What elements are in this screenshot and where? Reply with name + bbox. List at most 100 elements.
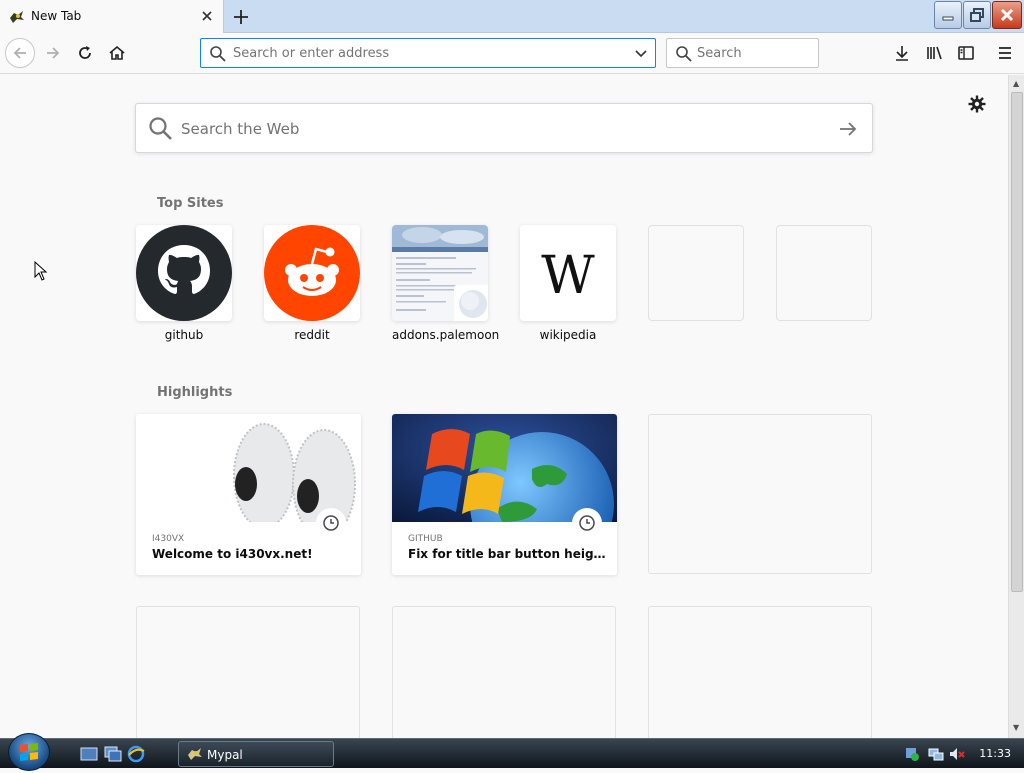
search-input[interactable] [697, 43, 812, 63]
sidebar-button[interactable] [951, 39, 981, 67]
volume-muted-icon[interactable] [948, 746, 966, 762]
taskbar-item-label: Mypal [207, 748, 243, 762]
network-icon[interactable] [928, 746, 944, 762]
highlight-placeholder [648, 606, 872, 738]
eyes-image [136, 414, 361, 522]
chevron-down-icon[interactable] [633, 46, 649, 62]
mypal-app-icon [188, 748, 202, 760]
vertical-scrollbar[interactable]: ▲ ▼ [1008, 75, 1024, 738]
search-icon [210, 46, 226, 62]
scroll-up-arrow-icon[interactable]: ▲ [1013, 79, 1019, 88]
reload-button[interactable] [70, 39, 100, 67]
tab-title: New Tab [31, 9, 82, 23]
svg-text:W: W [541, 246, 595, 306]
show-desktop-icon[interactable] [80, 745, 98, 763]
highlight-title: Fix for title bar button height to ... [408, 547, 608, 561]
security-center-icon[interactable] [904, 746, 920, 762]
clock-icon [579, 515, 595, 531]
menu-button[interactable] [990, 39, 1020, 67]
home-icon [109, 45, 125, 60]
highlight-placeholder [648, 414, 872, 574]
browser-window: New Tab Search or enter address Search S… [0, 0, 1024, 738]
back-arrow-icon [13, 47, 26, 59]
navigation-toolbar [0, 33, 1024, 74]
web-search-box[interactable] [135, 103, 873, 153]
close-icon [1000, 8, 1014, 22]
search-icon [149, 117, 172, 140]
highlight-title: Welcome to i430vx.net! [152, 547, 313, 561]
highlight-card[interactable]: GITHUB Fix for title bar button height t… [392, 414, 617, 575]
new-tab-page: Top Sites github [0, 75, 1008, 738]
top-sites-grid: github reddit addons.palemoon W wikipedi… [136, 225, 876, 355]
windows-logo-icon [20, 743, 38, 761]
restore-icon [970, 8, 984, 22]
start-button[interactable] [8, 733, 50, 771]
highlights-heading: Highlights [157, 385, 233, 400]
reddit-tile [264, 225, 360, 321]
tab-new-tab[interactable]: New Tab [0, 0, 224, 33]
restore-button[interactable] [963, 1, 991, 29]
top-site-label: wikipedia [539, 328, 597, 342]
empty-tile [776, 225, 872, 321]
library-button[interactable] [919, 39, 949, 67]
reddit-icon [264, 225, 360, 321]
addons-palemoon-tile [392, 225, 488, 321]
internet-explorer-icon[interactable] [127, 745, 145, 763]
highlight-image [392, 414, 617, 522]
search-bar[interactable] [666, 38, 819, 68]
top-site-label: github [164, 328, 204, 342]
windows-logo-image [392, 414, 617, 522]
search-icon [676, 46, 692, 62]
minimize-icon [942, 16, 954, 21]
close-tab-icon[interactable] [199, 8, 215, 24]
scrollbar-thumb[interactable] [1011, 92, 1023, 592]
downloads-button[interactable] [887, 39, 917, 67]
new-tab-plus-icon[interactable] [230, 6, 252, 28]
taskbar-clock[interactable]: 11:33 [979, 747, 1011, 760]
url-bar[interactable] [200, 38, 656, 68]
highlight-card[interactable]: I430VX Welcome to i430vx.net! [136, 414, 361, 575]
top-site-empty[interactable] [776, 225, 872, 321]
back-button[interactable] [5, 38, 35, 68]
mouse-cursor-icon [34, 261, 48, 281]
top-site-empty[interactable] [648, 225, 744, 321]
url-input[interactable] [233, 43, 623, 63]
forward-arrow-icon [47, 47, 60, 59]
download-icon [896, 46, 908, 61]
history-badge [316, 508, 346, 538]
minimize-button[interactable] [934, 1, 962, 29]
top-site-addons-palemoon[interactable]: addons.palemoon [392, 225, 499, 342]
highlight-source: GITHUB [408, 534, 443, 544]
taskbar-item-mypal[interactable]: Mypal [178, 741, 334, 767]
wikipedia-icon: W [520, 225, 616, 321]
highlight-placeholder [392, 606, 616, 738]
taskbar: Mypal 11:33 [0, 733, 1024, 771]
history-badge [572, 508, 602, 538]
home-button[interactable] [102, 39, 132, 67]
top-site-github[interactable]: github [136, 225, 232, 342]
top-sites-heading: Top Sites [157, 196, 224, 211]
highlight-image [136, 414, 361, 522]
system-tray: 11:33 [904, 739, 1024, 769]
github-icon [136, 225, 232, 321]
arrow-right-icon[interactable] [838, 119, 858, 139]
gear-icon[interactable] [968, 95, 986, 113]
empty-tile [648, 225, 744, 321]
close-window-button[interactable] [992, 1, 1022, 29]
wikipedia-tile: W [520, 225, 616, 321]
screenshot-thumbnail [392, 225, 488, 321]
library-icon [927, 46, 942, 60]
hamburger-menu-icon [999, 47, 1011, 59]
switch-windows-icon[interactable] [104, 745, 122, 763]
mypal-favicon-icon [10, 11, 24, 23]
tab-strip: New Tab [0, 0, 1024, 33]
web-search-input[interactable] [181, 118, 801, 140]
reload-icon [79, 46, 91, 59]
highlight-source: I430VX [152, 534, 185, 544]
forward-button[interactable] [38, 39, 68, 67]
highlight-placeholder [136, 606, 360, 738]
top-site-wikipedia[interactable]: W wikipedia [520, 225, 616, 342]
github-tile [136, 225, 232, 321]
top-site-reddit[interactable]: reddit [264, 225, 360, 342]
scroll-down-arrow-icon[interactable]: ▼ [1013, 723, 1019, 732]
